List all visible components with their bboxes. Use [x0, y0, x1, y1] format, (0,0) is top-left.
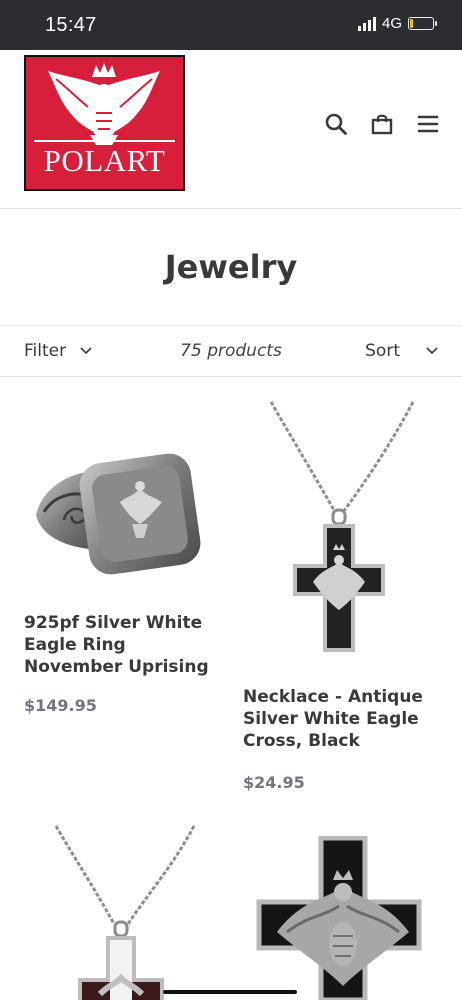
collection-toolbar: Filter 75 products Sort [0, 326, 462, 377]
status-time: 15:47 [45, 14, 97, 36]
product-image-ring[interactable] [24, 400, 220, 600]
product-image-eagle-cross[interactable] [243, 836, 439, 1000]
search-icon[interactable] [324, 112, 348, 136]
status-indicators: 4G [357, 15, 437, 32]
sort-label: Sort [365, 341, 400, 361]
battery-level [410, 19, 413, 28]
chevron-down-icon [426, 347, 438, 355]
site-header: POLART [0, 50, 462, 209]
network-type: 4G [381, 15, 402, 32]
home-indicator[interactable] [163, 990, 297, 994]
product-card[interactable] [243, 836, 439, 1000]
collection-header: Jewelry [0, 208, 462, 326]
signal-icon [357, 16, 376, 31]
product-price: $149.95 [24, 696, 97, 715]
product-title[interactable]: Necklace - Antique Silver White Eagle Cr… [243, 686, 439, 752]
sort-dropdown[interactable]: Sort [365, 341, 438, 361]
product-grid: 925pf Silver White Eagle Ring November U… [0, 380, 462, 1000]
product-card[interactable]: Necklace - Antique Silver White Eagle Cr… [243, 400, 439, 800]
header-actions [324, 112, 440, 136]
battery-icon [408, 17, 437, 30]
product-card[interactable]: 925pf Silver White Eagle Ring November U… [24, 400, 220, 720]
menu-icon[interactable] [416, 112, 440, 136]
logo-text: POLART [43, 143, 166, 178]
product-title[interactable]: 925pf Silver White Eagle Ring November U… [24, 612, 220, 678]
status-bar: 15:47 4G [0, 0, 462, 50]
product-price: $24.95 [243, 773, 305, 792]
product-image-necklace-white-cross[interactable] [24, 824, 220, 1000]
logo-divider [34, 140, 175, 142]
page-title: Jewelry [164, 248, 298, 286]
store-logo[interactable]: POLART [24, 55, 185, 191]
product-card[interactable] [24, 824, 220, 1000]
cart-icon[interactable] [370, 112, 394, 136]
product-image-necklace-black-cross[interactable] [243, 400, 439, 670]
